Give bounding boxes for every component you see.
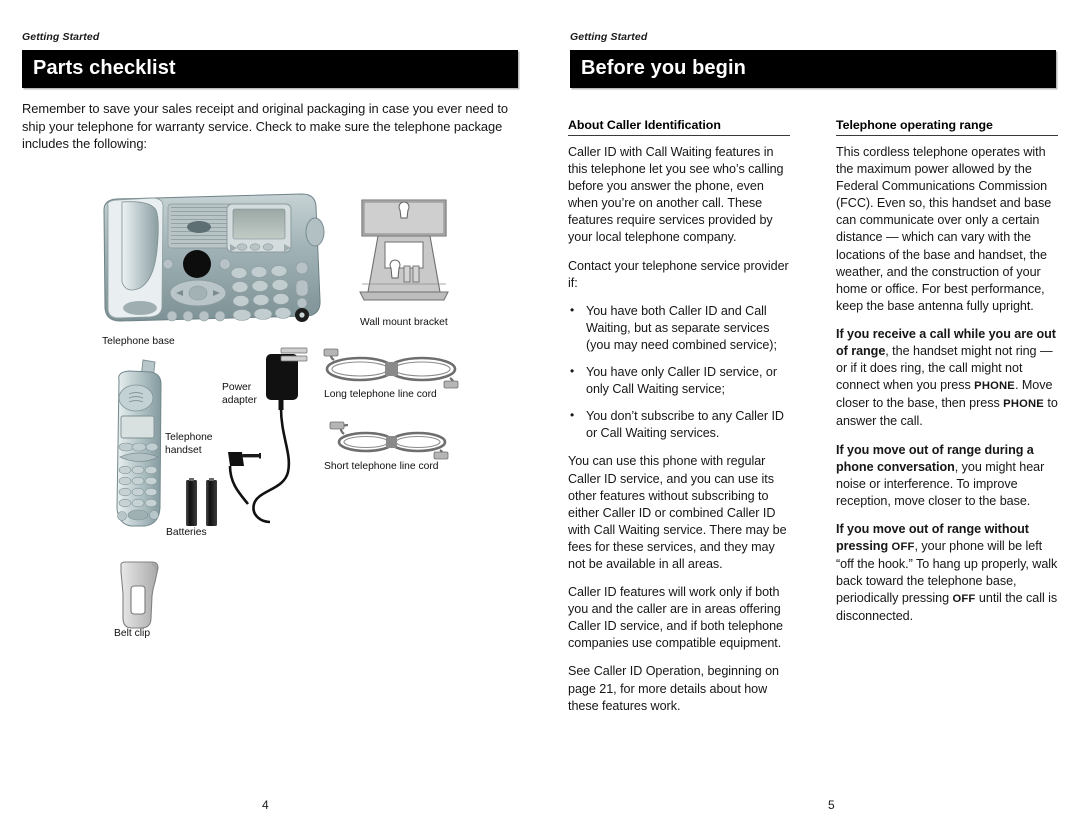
page-title-right: Before you begin: [581, 57, 746, 79]
long-line-cord-illustration: [322, 348, 462, 390]
caller-id-para-4: Caller ID features will work only if bot…: [568, 585, 784, 651]
column-about-caller-id: About Caller Identification Caller ID wi…: [568, 118, 790, 726]
intro-paragraph: Remember to save your sales receipt and …: [22, 101, 508, 152]
caller-id-bullet-list: You have both Caller ID and Call Waiting…: [568, 302, 790, 443]
caption-long-line-cord: Long telephone line cord: [324, 389, 437, 400]
page-title-left: Parts checklist: [33, 57, 176, 79]
batteries-illustration: [182, 478, 222, 528]
caller-id-para-3: You can use this phone with regular Call…: [568, 454, 787, 571]
page-title-bar-left: Parts checklist: [22, 50, 518, 88]
list-item: You have only Caller ID service, or only…: [568, 363, 790, 398]
page-left: Getting Started Parts checklist Remember…: [0, 0, 540, 834]
range-para-4: If you move out of range without pressin…: [836, 521, 1058, 626]
range-para-2: If you receive a call while you are out …: [836, 326, 1058, 431]
key-off-2: OFF: [952, 593, 976, 606]
list-item: You don’t subscribe to any Caller ID or …: [568, 407, 790, 442]
caller-id-para-5: See Caller ID Operation, beginning on pa…: [568, 664, 779, 713]
caller-id-para-1: Caller ID with Call Waiting features in …: [568, 145, 784, 245]
power-adapter-illustration: [218, 344, 322, 530]
key-phone-2: PHONE: [1003, 398, 1044, 411]
running-head-right: Getting Started: [570, 31, 648, 43]
page-right: Getting Started Before you begin About C…: [540, 0, 1080, 834]
wall-mount-bracket-illustration: [352, 196, 456, 308]
caption-power-adapter: Power adapter: [222, 382, 257, 406]
column-heading-operating-range: Telephone operating range: [836, 118, 1058, 136]
range-para-3: If you move out of range during a phone …: [836, 442, 1058, 510]
key-off-1: OFF: [891, 540, 915, 553]
column-operating-range: Telephone operating range This cordless …: [836, 118, 1058, 636]
caption-short-line-cord: Short telephone line cord: [324, 461, 439, 472]
belt-clip-illustration: [108, 560, 170, 632]
caption-wall-mount-bracket: Wall mount bracket: [360, 317, 448, 328]
running-head-left: Getting Started: [22, 31, 100, 43]
page-number-right: 5: [828, 798, 835, 812]
key-phone-1: PHONE: [974, 380, 1015, 393]
short-line-cord-illustration: [322, 421, 462, 461]
caption-belt-clip: Belt clip: [114, 628, 151, 639]
caption-telephone-base: Telephone base: [102, 336, 175, 347]
caller-id-para-2: Contact your telephone service provider …: [568, 258, 789, 290]
caption-batteries: Batteries: [166, 527, 207, 538]
column-heading-caller-id: About Caller Identification: [568, 118, 790, 136]
range-para-1: This cordless telephone operates with th…: [836, 145, 1052, 313]
caption-telephone-handset: Telephone handset: [165, 432, 213, 456]
list-item: You have both Caller ID and Call Waiting…: [568, 302, 790, 354]
telephone-base-illustration: [96, 188, 326, 328]
page-title-bar-right: Before you begin: [570, 50, 1056, 88]
page-number-left: 4: [262, 798, 269, 812]
